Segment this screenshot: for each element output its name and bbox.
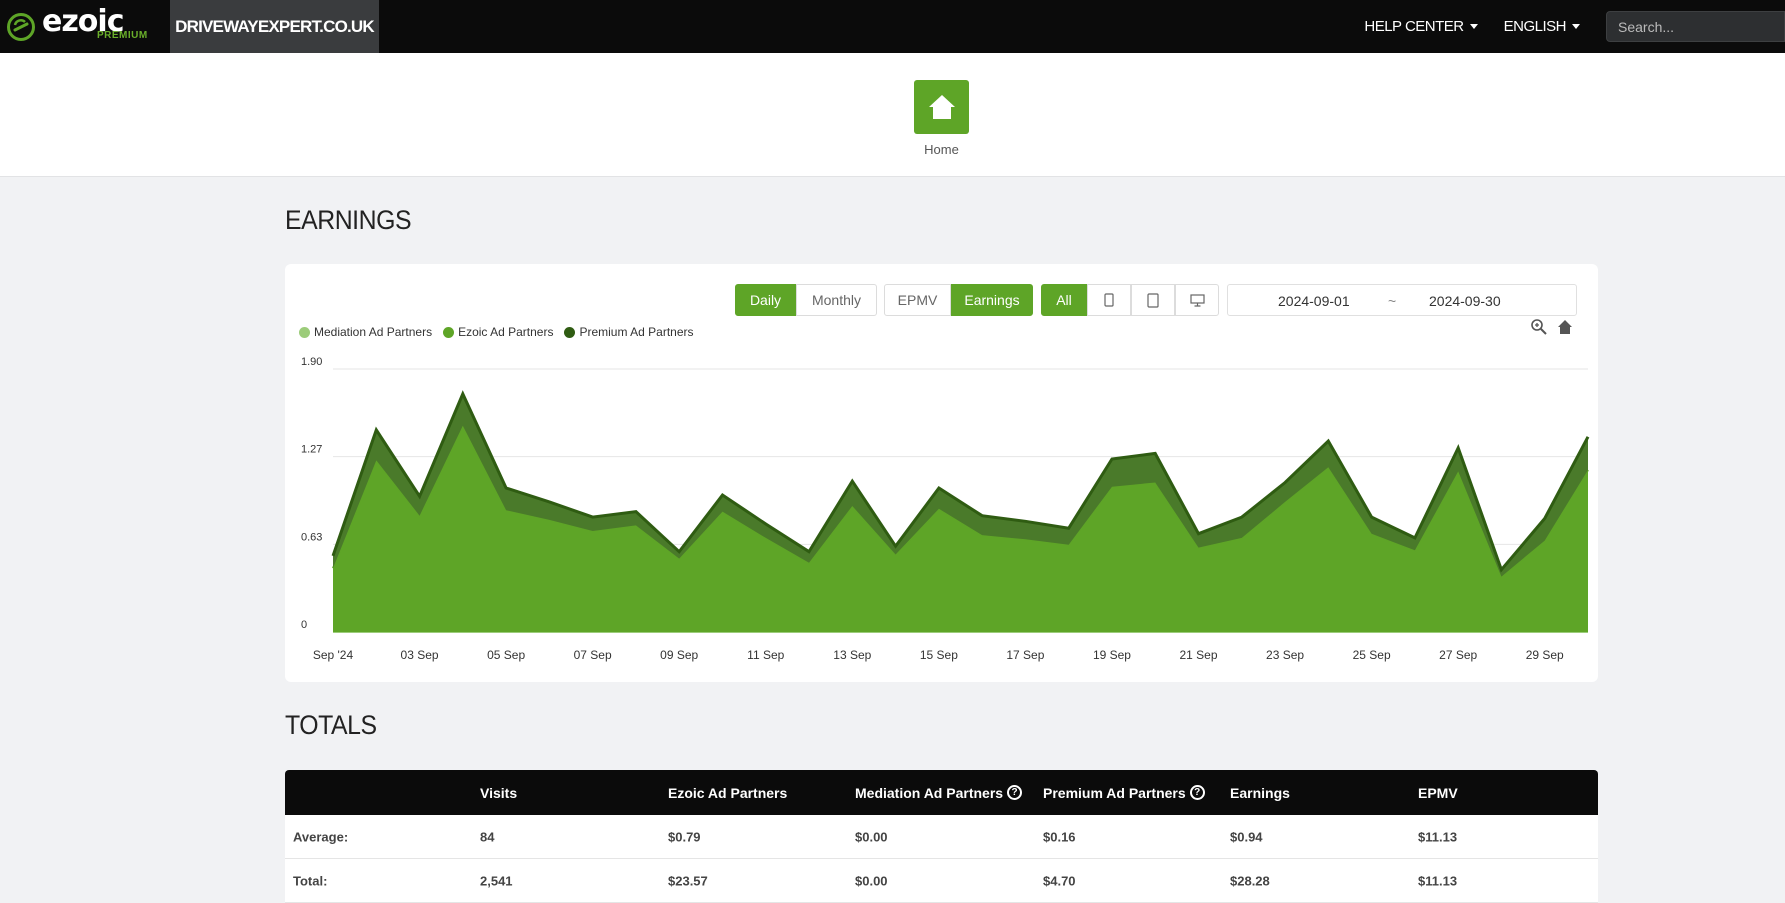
home-button[interactable] — [914, 80, 969, 134]
table-header: Visits Ezoic Ad Partners Mediation Ad Pa… — [285, 770, 1598, 815]
table-cell: $4.70 — [1043, 873, 1076, 888]
x-tick-label: 27 Sep — [1439, 648, 1477, 662]
column-header: Mediation Ad Partners ? — [855, 784, 1023, 801]
x-tick-label: 19 Sep — [1093, 648, 1131, 662]
x-tick-label: 25 Sep — [1353, 648, 1391, 662]
ezoic-logo[interactable]: ezoic PREMIUM — [0, 0, 170, 53]
x-tick-label: 09 Sep — [660, 648, 698, 662]
column-header: Earnings — [1230, 784, 1290, 801]
earnings-card: Daily Monthly EPMV Earnings All 2024-09-… — [285, 264, 1598, 682]
help-center-label: HELP CENTER — [1364, 18, 1464, 35]
x-tick-label: 13 Sep — [833, 648, 871, 662]
top-navbar: ezoic PREMIUM DRIVEWAYEXPERT.CO.UK HELP … — [0, 0, 1785, 53]
table-cell: 2,541 — [480, 873, 513, 888]
column-header: Premium Ad Partners ? — [1043, 785, 1205, 801]
x-tick-label: 07 Sep — [574, 648, 612, 662]
ezoic-logo-icon — [7, 12, 35, 41]
search-input[interactable] — [1606, 11, 1785, 42]
y-tick-label: 1.90 — [301, 356, 322, 368]
y-tick-label: 0 — [301, 619, 307, 631]
chevron-down-icon — [1469, 24, 1478, 29]
language-menu[interactable]: ENGLISH — [1504, 18, 1580, 35]
table-cell: $0.00 — [855, 873, 888, 888]
table-cell: $11.13 — [1418, 873, 1458, 888]
help-center-menu[interactable]: HELP CENTER — [1364, 18, 1478, 35]
logo-tier: PREMIUM — [97, 30, 148, 41]
table-cell: $0.94 — [1230, 829, 1263, 844]
table-cell: $0.16 — [1043, 829, 1076, 844]
table-row: Average: 84 $0.79 $0.00 $0.16 $0.94 $11.… — [285, 815, 1598, 859]
table-cell: $11.13 — [1418, 829, 1458, 844]
home-label: Home — [924, 142, 959, 157]
table-cell: $28.28 — [1230, 873, 1270, 888]
x-tick-label: 29 Sep — [1526, 648, 1564, 662]
x-tick-label: 03 Sep — [401, 648, 439, 662]
x-tick-label: 15 Sep — [920, 648, 958, 662]
question-icon[interactable]: ? — [1189, 785, 1205, 800]
x-tick-label: 17 Sep — [1006, 648, 1044, 662]
column-header: Visits — [480, 784, 518, 801]
question-icon[interactable]: ? — [1007, 785, 1023, 800]
earnings-title: EARNINGS — [285, 205, 412, 235]
earnings-chart[interactable]: 0 0.63 1.27 1.90 Sep '24 03 Sep 05 Sep 07 Sep 09… — [285, 264, 1598, 682]
home-icon — [928, 95, 955, 119]
site-selector[interactable]: DRIVEWAYEXPERT.CO.UK — [170, 0, 379, 53]
x-tick-label: 05 Sep — [487, 648, 525, 662]
language-label: ENGLISH — [1503, 18, 1567, 35]
x-tick-label: Sep '24 — [313, 648, 354, 662]
x-tick-label: 23 Sep — [1266, 648, 1304, 662]
table-cell: 84 — [480, 829, 495, 844]
totals-title: TOTALS — [285, 710, 377, 740]
nav-right: HELP CENTER ENGLISH — [1364, 0, 1785, 53]
x-tick-label: 11 Sep — [747, 648, 784, 662]
table-row: Total: 2,541 $23.57 $0.00 $4.70 $28.28 $… — [285, 859, 1598, 903]
row-label: Total: — [293, 873, 328, 888]
column-header: Ezoic Ad Partners — [668, 784, 788, 801]
chevron-down-icon — [1572, 24, 1580, 29]
column-header-label: Premium Ad Partners — [1043, 784, 1186, 801]
table-cell: $0.00 — [855, 829, 888, 844]
home-area: Home — [0, 53, 1785, 177]
column-header-label: Mediation Ad Partners — [855, 784, 1004, 801]
x-tick-label: 21 Sep — [1179, 648, 1217, 662]
y-tick-label: 1.27 — [301, 444, 322, 456]
totals-table: Visits Ezoic Ad Partners Mediation Ad Pa… — [285, 770, 1598, 903]
table-cell: $0.79 — [668, 829, 701, 844]
y-tick-label: 0.63 — [301, 531, 322, 543]
row-label: Average: — [293, 829, 349, 844]
table-cell: $23.57 — [668, 873, 708, 888]
column-header: EPMV — [1418, 784, 1458, 801]
